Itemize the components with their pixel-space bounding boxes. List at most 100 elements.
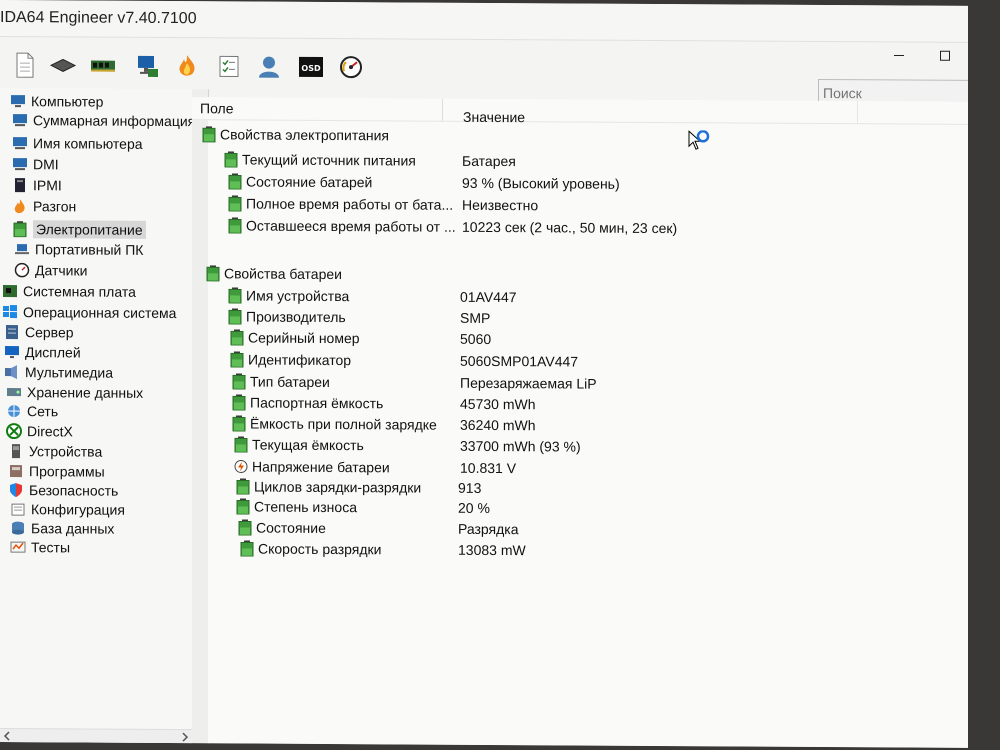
tree-item-10[interactable]: Системная плата (2, 281, 136, 302)
table-row[interactable]: Скорость разрядки 13083 mW (208, 538, 968, 563)
row-value: 10.831 V (460, 459, 517, 477)
network-icon (6, 403, 22, 419)
tree-item-5[interactable]: IPMI (12, 175, 62, 195)
tree-item-6[interactable]: Разгон (12, 196, 76, 216)
row-field: Текущий источник питания (242, 151, 416, 169)
tree-item-8[interactable]: Портативный ПК (14, 239, 143, 260)
osd-button[interactable]: OSD (296, 52, 326, 82)
flame-icon (179, 55, 195, 76)
tree-item-19[interactable]: Программы (8, 461, 105, 482)
tree-item-label: Имя компьютера (33, 135, 143, 152)
tree-item-9[interactable]: Датчики (14, 260, 87, 280)
ipmi-icon (12, 177, 28, 193)
tree-item-23[interactable]: Тесты (10, 537, 70, 557)
row-field: Полное время работы от бата... (246, 195, 454, 213)
row-value: Батарея (462, 152, 516, 170)
tree-item-label: Электропитание (33, 220, 146, 239)
row-field: Производитель (246, 308, 346, 326)
table-row[interactable]: Текущий источник питания Батарея (208, 149, 968, 174)
tree-item-2[interactable]: Суммарная информация (12, 110, 193, 131)
tree-item-4[interactable]: DMI (12, 154, 59, 174)
motherboard-button[interactable] (48, 50, 78, 80)
tree-item-label: База данных (31, 520, 115, 537)
windows-icon (2, 304, 18, 320)
tree-item-18[interactable]: Устройства (8, 441, 102, 462)
tree-item-20[interactable]: Безопасность (8, 480, 118, 501)
network-icon (138, 55, 158, 77)
row-value: 13083 mW (458, 541, 526, 559)
tree-item-21[interactable]: Конфигурация (10, 499, 125, 520)
row-value: Неизвестно (462, 196, 539, 214)
row-value: Перезаряжаемая LiP (460, 374, 597, 392)
row-value: 36240 mWh (460, 416, 536, 434)
memory-button[interactable] (88, 51, 118, 81)
column-header-field[interactable]: Поле (200, 100, 234, 116)
tree-horizontal-scrollbar[interactable] (0, 728, 192, 745)
row-field: Напряжение батареи (252, 458, 390, 476)
motherboard-icon (2, 283, 18, 299)
details-pane: Поле Значение Свойства электропитания Тек… (192, 97, 968, 748)
row-value: 33700 mWh (93 %) (460, 437, 581, 455)
tree-item-label: Портативный ПК (35, 241, 144, 258)
report-icon (16, 52, 34, 78)
config-icon (10, 501, 26, 517)
osd-icon: OSD (299, 56, 323, 77)
table-row[interactable]: Текущая ёмкость 33700 mWh (93 %) (208, 434, 968, 459)
user-button[interactable] (254, 52, 284, 82)
programs-icon (8, 463, 24, 479)
row-field: Паспортная ёмкость (250, 394, 384, 412)
tree-item-15[interactable]: Хранение данных (6, 382, 143, 403)
server-icon (4, 324, 20, 340)
column-header: Поле Значение (192, 97, 968, 125)
navigation-tree: Компьютер Суммарная информация Имя компьют… (0, 88, 193, 744)
tree-item-16[interactable]: Сеть (6, 401, 58, 421)
row-value: 20 % (458, 499, 490, 516)
table-row[interactable]: Серийный номер 5060 (208, 327, 968, 352)
battery-icon (228, 217, 242, 234)
battery-icon (234, 436, 248, 454)
table-row[interactable]: Полное время работы от бата... Неизвестно (208, 193, 968, 218)
devices-icon (8, 443, 24, 459)
tree-item-12[interactable]: Сервер (4, 322, 74, 342)
dmi-icon (12, 156, 28, 172)
tree-item-13[interactable]: Дисплей (4, 342, 81, 362)
group-title: Свойства электропитания (220, 126, 389, 144)
tree-item-7[interactable]: Электропитание (12, 219, 146, 240)
tree-item-label: Сеть (27, 403, 59, 420)
table-row[interactable]: Состояние батарей 93 % (Высокий уровень) (208, 171, 968, 196)
column-header-value[interactable]: Значение (463, 109, 525, 125)
network-button[interactable] (132, 51, 162, 81)
column-separator[interactable] (857, 101, 858, 124)
tree-item-14[interactable]: Мультимедиа (4, 362, 113, 383)
row-field: Ёмкость при полной зарядке (250, 415, 437, 433)
tree-item-label: Мультимедиа (25, 364, 113, 381)
tree-item-17[interactable]: DirectX (6, 421, 73, 441)
battery-icon (232, 373, 246, 390)
pane-splitter[interactable] (192, 89, 209, 744)
overclock-button[interactable] (172, 51, 202, 81)
checklist-icon (219, 55, 239, 77)
tree-item-label: IPMI (33, 177, 62, 194)
summary-icon (12, 112, 28, 128)
battery-icon (206, 265, 220, 282)
user-icon (259, 56, 279, 78)
column-separator[interactable] (442, 98, 443, 121)
tree-item-11[interactable]: Операционная система (2, 302, 176, 323)
voltage-icon (234, 458, 248, 474)
tree-item-1[interactable]: Компьютер (10, 91, 103, 112)
battery-icon (230, 329, 244, 346)
sensor-button[interactable] (336, 52, 366, 82)
tree-item-3[interactable]: Имя компьютера (12, 133, 143, 154)
table-row[interactable]: Идентификатор 5060SMP01AV447 (208, 349, 968, 374)
battery-icon (228, 173, 242, 190)
table-row[interactable]: Оставшееся время работы от ... 10223 сек … (208, 215, 968, 240)
row-field: Состояние (256, 519, 326, 536)
row-value: Разрядка (458, 520, 519, 538)
report-button[interactable] (10, 50, 40, 80)
tree-item-label: Дисплей (25, 344, 81, 361)
tree-item-22[interactable]: База данных (10, 518, 114, 539)
checklist-button[interactable] (214, 51, 244, 81)
row-value: 01AV447 (460, 288, 517, 306)
tree-item-label: Конфигурация (31, 501, 125, 518)
row-field: Циклов зарядки-разрядки (254, 478, 422, 496)
